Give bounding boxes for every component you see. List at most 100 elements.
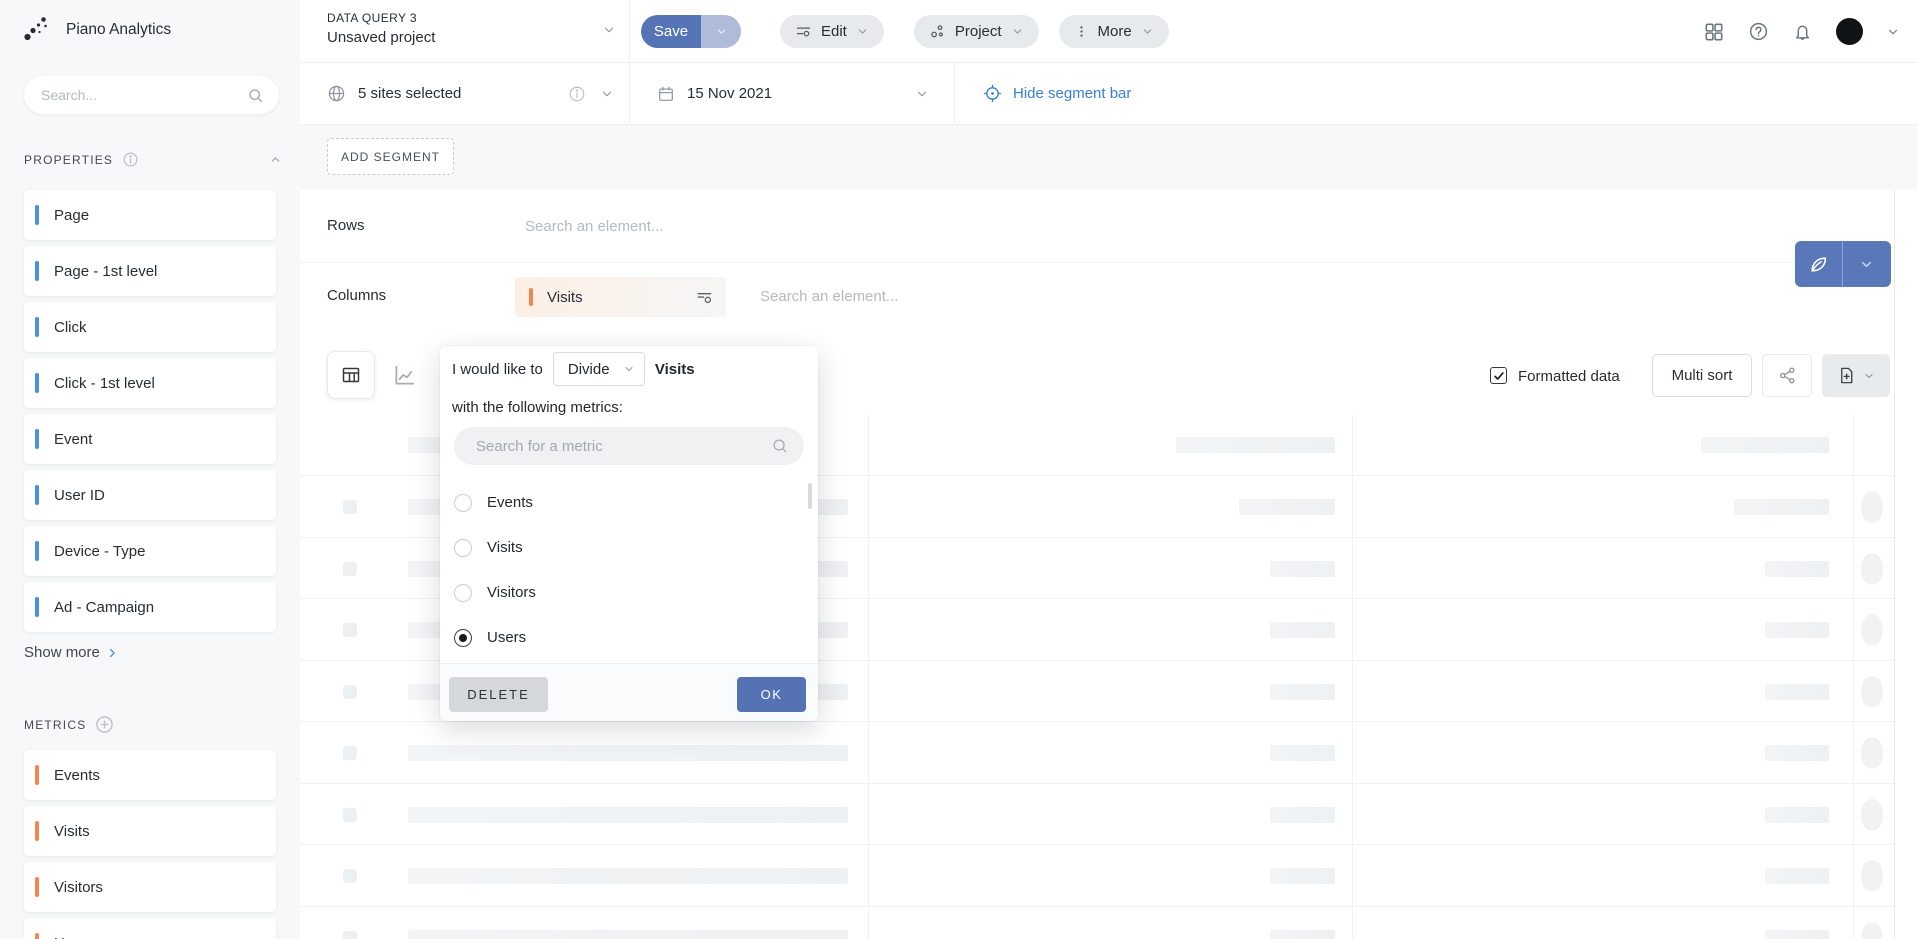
radio-visitors[interactable] bbox=[454, 584, 472, 602]
add-segment-button[interactable]: ADD SEGMENT bbox=[327, 138, 454, 175]
search-icon bbox=[771, 437, 789, 455]
edit-button[interactable]: Edit bbox=[780, 15, 884, 48]
sidebar-property-device-type[interactable]: Device - Type bbox=[24, 526, 276, 576]
chevron-down-icon bbox=[1011, 25, 1024, 38]
date-range-selector[interactable]: 15 Nov 2021 bbox=[630, 63, 955, 124]
sidebar-property-label: Click - 1st level bbox=[54, 375, 155, 392]
sidebar-metric-visitors[interactable]: Visitors bbox=[24, 862, 276, 912]
operation-select[interactable]: Divide bbox=[553, 352, 645, 386]
delete-button[interactable]: DELETE bbox=[449, 677, 548, 712]
sidebar-property-ad-campaign[interactable]: Ad - Campaign bbox=[24, 582, 276, 632]
radio-events[interactable] bbox=[454, 494, 472, 512]
rows-search-input[interactable]: Search an element... bbox=[525, 218, 663, 235]
metric-option-label: Visits bbox=[487, 539, 523, 556]
sidebar-property-label: Ad - Campaign bbox=[54, 599, 154, 616]
skeleton-square bbox=[343, 931, 357, 939]
skeleton-bar bbox=[408, 868, 848, 884]
skeleton-circle bbox=[1861, 922, 1883, 939]
chip-settings-icon[interactable] bbox=[695, 288, 714, 307]
skeleton-square bbox=[343, 869, 357, 883]
metric-option-visitors[interactable]: Visitors bbox=[440, 570, 818, 615]
ok-button[interactable]: OK bbox=[737, 677, 806, 712]
table-row bbox=[300, 907, 1894, 939]
more-button[interactable]: More bbox=[1059, 15, 1169, 48]
skeleton-square bbox=[343, 685, 357, 699]
topbar-utility-icons bbox=[1703, 0, 1900, 63]
dialog-intro-prefix: I would like to bbox=[452, 361, 543, 378]
sidebar-property-user-id[interactable]: User ID bbox=[24, 470, 276, 520]
accent-bar bbox=[35, 205, 39, 225]
sidebar-property-page[interactable]: Page bbox=[24, 190, 276, 240]
account-chevron-down-icon[interactable] bbox=[1886, 25, 1900, 39]
sidebar-property-click[interactable]: Click bbox=[24, 302, 276, 352]
skeleton-bar bbox=[1270, 561, 1335, 577]
notifications-bell-icon[interactable] bbox=[1792, 21, 1813, 42]
multi-sort-button[interactable]: Multi sort bbox=[1652, 354, 1752, 397]
help-icon[interactable] bbox=[1748, 21, 1769, 42]
project-title-dropdown[interactable]: DATA QUERY 3 Unsaved project bbox=[300, 0, 630, 63]
chevron-up-icon[interactable] bbox=[269, 153, 282, 166]
sidebar-search-input[interactable]: Search... bbox=[24, 76, 279, 114]
skeleton-circle bbox=[1861, 491, 1883, 523]
project-button[interactable]: Project bbox=[914, 15, 1039, 48]
sidebar-property-event[interactable]: Event bbox=[24, 414, 276, 464]
hide-segment-bar-link[interactable]: Hide segment bar bbox=[955, 63, 1131, 124]
sidebar-metric-visits[interactable]: Visits bbox=[24, 806, 276, 856]
sidebar-property-page-1st-level[interactable]: Page - 1st level bbox=[24, 246, 276, 296]
apps-grid-icon[interactable] bbox=[1703, 21, 1725, 43]
sites-selector[interactable]: 5 sites selected bbox=[300, 63, 630, 124]
rows-label: Rows bbox=[327, 217, 365, 234]
save-button[interactable]: Save bbox=[641, 15, 701, 48]
dialog-target-metric: Visits bbox=[655, 361, 695, 378]
chart-view-toggle[interactable] bbox=[392, 363, 417, 388]
table-view-toggle[interactable] bbox=[327, 351, 375, 399]
column-metric-chip-visits[interactable]: Visits bbox=[515, 277, 726, 317]
skeleton-square bbox=[343, 500, 357, 514]
table-row bbox=[300, 722, 1894, 784]
sidebar-property-click-1st-level[interactable]: Click - 1st level bbox=[24, 358, 276, 408]
columns-search-input[interactable]: Search an element... bbox=[760, 288, 898, 305]
insights-split-button bbox=[1795, 241, 1891, 287]
skeleton-bar bbox=[1176, 437, 1335, 453]
chevron-down-icon bbox=[1141, 25, 1154, 38]
skeleton-bar bbox=[1765, 807, 1829, 823]
leaf-icon-button[interactable] bbox=[1795, 241, 1843, 287]
project-subtitle: Unsaved project bbox=[327, 29, 629, 46]
sidebar-metric-events[interactable]: Events bbox=[24, 750, 276, 800]
metric-option-label: Events bbox=[487, 494, 533, 511]
sidebar-search-placeholder: Search... bbox=[41, 87, 247, 103]
skeleton-bar bbox=[1765, 561, 1829, 577]
rows-row: Rows Search an element... bbox=[300, 190, 1894, 263]
info-icon[interactable] bbox=[122, 151, 139, 168]
insights-chevron-button[interactable] bbox=[1843, 241, 1890, 287]
accent-bar bbox=[35, 541, 39, 561]
dialog-scrollbar-thumb[interactable] bbox=[808, 483, 812, 509]
formatted-data-checkbox[interactable] bbox=[1490, 367, 1507, 384]
sidebar-metric-users[interactable]: Users bbox=[24, 918, 276, 939]
info-icon[interactable] bbox=[568, 85, 586, 103]
skeleton-circle bbox=[1861, 676, 1883, 708]
sidebar-metric-label: Visitors bbox=[54, 879, 103, 896]
chevron-down-icon bbox=[600, 87, 614, 101]
metric-option-visits[interactable]: Visits bbox=[440, 525, 818, 570]
kebab-menu-icon bbox=[1074, 24, 1089, 39]
skeleton-bar bbox=[1765, 684, 1829, 700]
radio-visits[interactable] bbox=[454, 539, 472, 557]
sites-selected-label: 5 sites selected bbox=[358, 85, 461, 102]
segment-target-icon bbox=[983, 84, 1002, 103]
skeleton-circle bbox=[1861, 799, 1883, 831]
user-avatar[interactable] bbox=[1836, 18, 1863, 45]
show-more-link[interactable]: Show more bbox=[24, 644, 119, 661]
metric-option-users[interactable]: Users bbox=[440, 615, 818, 660]
metric-search-input[interactable]: Search for a metric bbox=[454, 427, 804, 465]
share-button[interactable] bbox=[1762, 354, 1812, 397]
export-button[interactable] bbox=[1822, 354, 1890, 397]
radio-users[interactable] bbox=[454, 629, 472, 647]
metric-option-events[interactable]: Events bbox=[440, 480, 818, 525]
more-label: More bbox=[1098, 23, 1132, 40]
brand-name: Piano Analytics bbox=[66, 21, 171, 39]
brand[interactable]: Piano Analytics bbox=[22, 15, 171, 45]
save-options-button[interactable] bbox=[701, 15, 741, 48]
plus-circle-icon[interactable] bbox=[95, 715, 114, 734]
sidebar: Piano Analytics Search... PROPERTIES bbox=[0, 0, 300, 939]
